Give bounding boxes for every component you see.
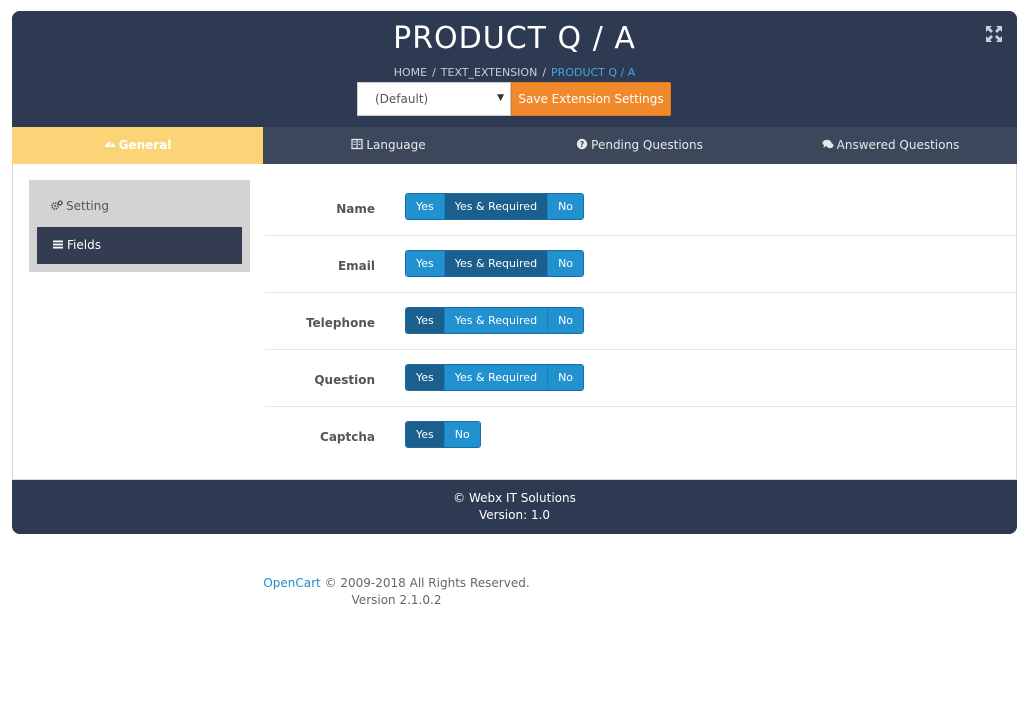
field-label: Captcha [320, 430, 375, 444]
bars-icon [53, 240, 63, 249]
field-label: Question [314, 373, 375, 387]
question-circle-icon: ? [576, 138, 588, 150]
option-yes-required[interactable]: Yes & Required [444, 365, 549, 390]
option-yes[interactable]: Yes [406, 365, 445, 390]
store-select-value: (Default) [375, 92, 429, 106]
sidebar-item-setting[interactable]: Setting [37, 188, 242, 225]
field-label: Telephone [305, 316, 375, 330]
header: PRODUCT Q / A HOME / TEXT_EXTENSION / PRODUC… [12, 11, 1017, 127]
option-yes-required[interactable]: Yes & Required [444, 308, 549, 333]
tab-language[interactable]: Language [263, 127, 514, 164]
expand-icon[interactable] [985, 25, 1003, 43]
field-label: Email [337, 259, 375, 273]
footer-version: Version: 1.0 [478, 508, 551, 522]
option-no[interactable]: No [548, 194, 584, 219]
comments-icon [822, 139, 834, 149]
option-yes[interactable]: Yes [406, 251, 445, 276]
option-yes-required[interactable]: Yes & Required [444, 251, 549, 276]
save-extension-settings-button[interactable]: Save Extension Settings [511, 82, 671, 116]
chevron-down-icon: ▼ [497, 93, 504, 103]
footer-copyright: © Webx IT Solutions [453, 491, 576, 505]
svg-text:?: ? [580, 140, 585, 149]
tab-label: Answered Questions [836, 138, 960, 152]
tab-label: Pending Questions [591, 138, 703, 152]
language-book-icon [351, 138, 364, 150]
field-row-captcha: Captcha Yes No [265, 407, 1017, 464]
page-footer: OpenCart © 2009-2018 All Rights Reserved… [250, 575, 543, 609]
sidebar: Setting Fields [29, 180, 250, 272]
option-no[interactable]: No [548, 251, 584, 276]
sidebar-item-fields[interactable]: Fields [37, 227, 242, 264]
page-title: PRODUCT Q / A [393, 21, 636, 56]
tab-pending-questions[interactable]: ? Pending Questions [514, 127, 765, 164]
sidebar-item-label: Setting [66, 199, 109, 213]
field-row-telephone: Telephone Yes Yes & Required No [265, 293, 1017, 350]
email-toggle-group: Yes Yes & Required No [405, 250, 585, 277]
option-no[interactable]: No [548, 308, 584, 333]
field-row-name: Name Yes Yes & Required No [265, 179, 1017, 236]
option-yes[interactable]: Yes [406, 308, 445, 333]
breadcrumb-home[interactable]: HOME [394, 66, 427, 79]
field-row-question: Question Yes Yes & Required No [265, 350, 1017, 407]
tab-bar: General Language ? Pending Questions Answ… [12, 127, 1017, 164]
panel-footer: © Webx IT Solutions Version: 1.0 [12, 480, 1017, 534]
breadcrumb-separator: / [542, 66, 547, 79]
field-row-email: Email Yes Yes & Required No [265, 236, 1017, 293]
option-no[interactable]: No [548, 365, 584, 390]
copyright-text: © 2009-2018 All Rights Reserved. [320, 576, 530, 590]
name-toggle-group: Yes Yes & Required No [405, 193, 585, 220]
extension-panel: PRODUCT Q / A HOME / TEXT_EXTENSION / PRODUC… [12, 11, 1017, 534]
breadcrumb-separator: / [432, 66, 436, 79]
option-yes-required[interactable]: Yes & Required [444, 194, 549, 219]
opencart-version: Version 2.1.0.2 [351, 593, 442, 607]
tab-label: General [118, 138, 172, 152]
option-yes[interactable]: Yes [406, 194, 445, 219]
gears-icon [51, 200, 63, 210]
dashboard-icon [104, 141, 115, 147]
store-select[interactable]: (Default) ▼ [357, 82, 511, 116]
field-label: Name [336, 202, 375, 216]
tab-label: Language [366, 138, 426, 152]
option-no[interactable]: No [444, 422, 480, 447]
telephone-toggle-group: Yes Yes & Required No [405, 307, 585, 334]
sidebar-item-label: Fields [67, 238, 101, 252]
breadcrumb-current[interactable]: PRODUCT Q / A [551, 66, 635, 79]
opencart-link[interactable]: OpenCart [263, 576, 320, 590]
tab-answered-questions[interactable]: Answered Questions [765, 127, 1016, 164]
breadcrumb-text-extension[interactable]: TEXT_EXTENSION [441, 66, 538, 79]
option-yes[interactable]: Yes [406, 422, 445, 447]
tab-general[interactable]: General [12, 127, 263, 164]
tab-content: Setting Fields Name Yes Yes & Required N… [12, 164, 1017, 480]
page-footer-copyright-line: OpenCart © 2009-2018 All Rights Reserved… [250, 575, 543, 592]
breadcrumb: HOME / TEXT_EXTENSION / PRODUCT Q / A [12, 66, 1017, 79]
captcha-toggle-group: Yes No [405, 421, 481, 448]
question-toggle-group: Yes Yes & Required No [405, 364, 585, 391]
